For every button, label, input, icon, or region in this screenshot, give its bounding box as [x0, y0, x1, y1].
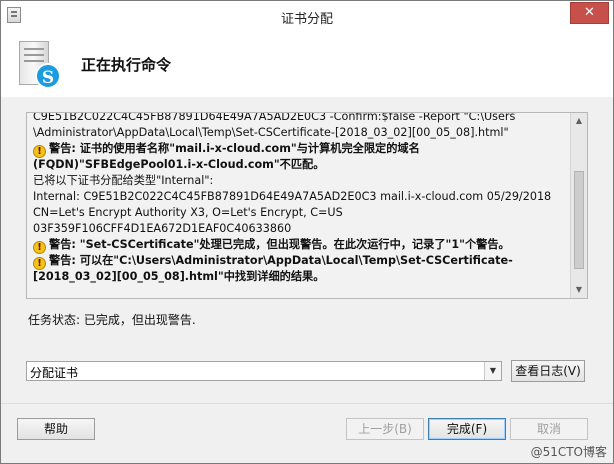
scroll-up-icon[interactable]: ▲ — [571, 113, 587, 129]
log-line: \Administrator\AppData\Local\Temp\Set-CS… — [33, 125, 565, 141]
finish-button[interactable]: 完成(F) — [428, 418, 506, 440]
log-line-text: 警告: 证书的使用者名称"mail.i-x-cloud.com"与计算机完全限定… — [49, 142, 420, 155]
log-line: 03F359F106CFF4D1EA672D1EAF0C40633860 — [33, 221, 565, 237]
page-header: S 正在执行命令 — [1, 31, 613, 97]
log-warning-line: ! 警告: "Set-CSCertificate"处理已完成，但出现警告。在此次运… — [33, 237, 565, 254]
title-bar: 证书分配 ✕ — [1, 1, 613, 31]
server-skype-icon: S — [19, 41, 65, 91]
log-warning-line: (FQDN)"SFBEdgePool01.i-x-Cloud.com"不匹配。 — [33, 157, 565, 173]
scroll-thumb[interactable] — [574, 171, 584, 269]
log-line-text: CN=Let's Encrypt Authority X3, O=Let's E… — [33, 206, 343, 219]
action-select-value: 分配证书 — [30, 366, 79, 380]
back-button[interactable]: 上一步(B) — [346, 418, 424, 440]
log-line-text: 警告: "Set-CSCertificate"处理已完成，但出现警告。在此次运行… — [49, 238, 510, 251]
window-title: 证书分配 — [280, 12, 333, 27]
log-line-text: 警告: 可以在"C:\Users\Administrator\AppData\L… — [49, 254, 513, 267]
log-line: CN=Let's Encrypt Authority X3, O=Let's E… — [33, 205, 565, 221]
log-warning-line: ! 警告: 可以在"C:\Users\Administrator\AppData\… — [33, 253, 565, 270]
dialog-window: 证书分配 ✕ S 正在执行命令 C9E51B2C022C4C45FB87891D… — [0, 0, 614, 464]
button-bar: 帮助 上一步(B) 完成(F) 取消 @51CTO博客 — [1, 403, 613, 463]
action-select[interactable]: 分配证书 ▼ — [26, 361, 502, 381]
cancel-button[interactable]: 取消 — [510, 418, 588, 440]
log-line-text: C9E51B2C022C4C45FB87891D64E49A7A5AD2E0C3… — [33, 112, 516, 123]
task-status: 任务状态: 已完成，但出现警告. — [28, 313, 196, 327]
log-line: Internal: C9E51B2C022C4C45FB87891D64E49A… — [33, 189, 565, 205]
scroll-down-icon[interactable]: ▼ — [571, 282, 587, 298]
log-line-text: (FQDN)"SFBEdgePool01.i-x-Cloud.com"不匹配。 — [33, 158, 325, 171]
log-warning-line: [2018_03_02][00_05_08].html"中找到详细的结果。 — [33, 269, 565, 285]
help-button[interactable]: 帮助 — [17, 418, 95, 440]
log-text: C9E51B2C022C4C45FB87891D64E49A7A5AD2E0C3… — [33, 112, 565, 285]
log-line-text: 已将以下证书分配给类型"Internal": — [33, 174, 214, 187]
watermark: @51CTO博客 — [530, 445, 607, 459]
log-line: C9E51B2C022C4C45FB87891D64E49A7A5AD2E0C3… — [33, 112, 565, 125]
close-button[interactable]: ✕ — [570, 2, 609, 24]
chevron-down-icon[interactable]: ▼ — [484, 362, 501, 380]
command-log[interactable]: C9E51B2C022C4C45FB87891D64E49A7A5AD2E0C3… — [26, 112, 588, 299]
log-line-text: [2018_03_02][00_05_08].html"中找到详细的结果。 — [33, 270, 325, 283]
log-line-text: \Administrator\AppData\Local\Temp\Set-CS… — [33, 126, 509, 139]
log-line: 已将以下证书分配给类型"Internal": — [33, 173, 565, 189]
view-log-button[interactable]: 查看日志(V) — [511, 360, 585, 382]
log-warning-line: ! 警告: 证书的使用者名称"mail.i-x-cloud.com"与计算机完全限… — [33, 141, 565, 158]
log-scrollbar[interactable]: ▲ ▼ — [570, 113, 587, 298]
log-line-text: Internal: C9E51B2C022C4C45FB87891D64E49A… — [33, 190, 552, 203]
log-line-text: 03F359F106CFF4D1EA672D1EAF0C40633860 — [33, 222, 292, 235]
content-area: C9E51B2C022C4C45FB87891D64E49A7A5AD2E0C3… — [1, 97, 613, 403]
skype-icon: S — [35, 63, 61, 89]
page-title: 正在执行命令 — [81, 56, 172, 74]
